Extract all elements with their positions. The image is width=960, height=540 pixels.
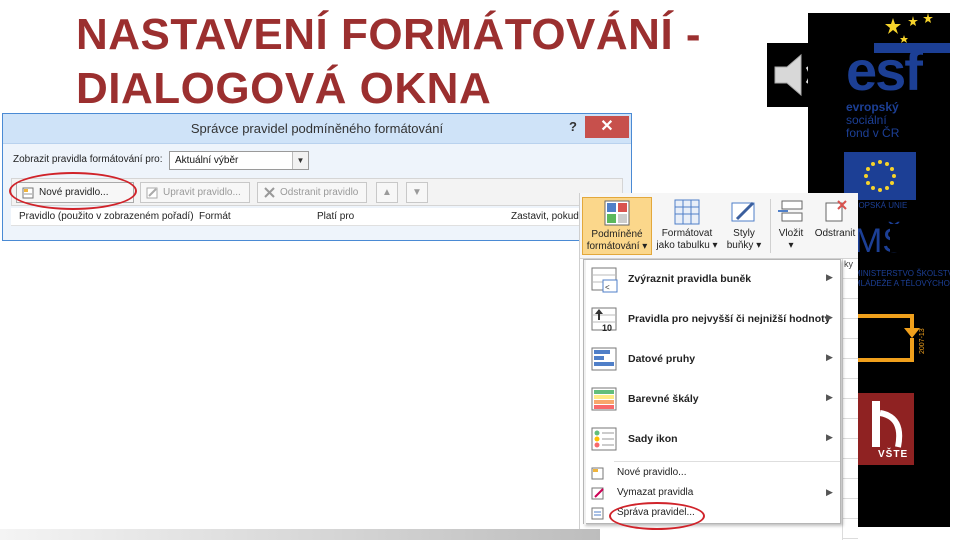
top-bottom-icon: 10: [591, 306, 619, 334]
move-up-button[interactable]: ▲: [376, 182, 398, 203]
ribbon: Podmíněné formátování ▾ Formátovat jako …: [580, 193, 858, 259]
format-as-table-button[interactable]: Formátovat jako tabulku ▾: [654, 197, 720, 255]
submenu-arrow-icon: ▶: [826, 272, 833, 282]
col-format: Formát: [199, 211, 231, 222]
insert-cells-icon: [778, 199, 804, 225]
cell-styles-button[interactable]: Styly buňky ▾: [722, 197, 766, 255]
menu-item-new-rule[interactable]: Nové pravidlo...: [584, 463, 840, 483]
cells-group-label: ky: [844, 259, 853, 269]
delete-cells-icon: [822, 199, 848, 225]
insert-button[interactable]: Vložit ▾: [774, 197, 808, 255]
table-icon: [674, 199, 700, 225]
manage-rules-icon: [591, 506, 605, 520]
col-rule: Pravidlo (použito v zobrazeném pořadí): [19, 211, 194, 222]
submenu-arrow-icon: ▶: [826, 432, 833, 442]
edit-rule-icon: [146, 186, 159, 199]
show-rules-value: Aktuální výběr: [175, 155, 239, 166]
op-logo: 2007-13: [846, 298, 950, 378]
ribbon-separator: [770, 199, 771, 253]
svg-text:<: <: [605, 283, 610, 292]
clear-rules-icon: [591, 486, 605, 500]
conditional-formatting-button[interactable]: Podmíněné formátování ▾: [582, 197, 652, 255]
submenu-arrow-icon: ▶: [826, 487, 833, 497]
submenu-arrow-icon: ▶: [826, 312, 833, 322]
highlight-oval-new-rule: [9, 172, 137, 210]
dialog-titlebar[interactable]: Správce pravidel podmíněného formátování…: [3, 114, 631, 144]
highlight-cells-icon: <: [591, 266, 619, 294]
excel-conditional-formatting: Podmíněné formátování ▾ Formátovat jako …: [579, 193, 858, 540]
bottom-bar: [0, 529, 600, 540]
col-applies-to: Platí pro: [317, 211, 355, 222]
conditional-formatting-icon: [604, 200, 630, 226]
menu-item-clear-rules[interactable]: Vymazat pravidla ▶: [584, 483, 840, 503]
title-line-2: DIALOGOVÁ OKNA: [76, 64, 492, 113]
edit-rule-button[interactable]: Upravit pravidlo...: [140, 182, 250, 203]
page-title: NASTAVENÍ FORMÁTOVÁNÍ - DIALOGOVÁ OKNA: [76, 8, 776, 116]
worksheet-grid[interactable]: [842, 259, 858, 540]
highlight-oval-manage-rules: [609, 502, 705, 530]
delete-rule-button[interactable]: Odstranit pravidlo: [257, 182, 367, 203]
data-bars-icon: [591, 346, 619, 374]
submenu-arrow-icon: ▶: [826, 392, 833, 402]
op-years: 2007-13: [919, 328, 926, 354]
new-rule-icon: [591, 466, 605, 480]
slide: NASTAVENÍ FORMÁTOVÁNÍ - DIALOGOVÁ OKNA e…: [0, 0, 960, 540]
color-scales-icon: [591, 386, 619, 414]
menu-item-icon-sets[interactable]: Sady ikon ▶: [584, 420, 840, 460]
rules-table-header: Pravidlo (použito v zobrazeném pořadí) F…: [11, 208, 623, 226]
show-rules-label: Zobrazit pravidla formátování pro:: [13, 154, 163, 165]
icon-sets-icon: [591, 426, 619, 454]
conditional-formatting-menu: < Zvýraznit pravidla buněk ▶ 10 Pravidla…: [583, 259, 841, 525]
cell-styles-icon: [731, 199, 757, 225]
menu-item-highlight-cells[interactable]: < Zvýraznit pravidla buněk ▶: [584, 260, 840, 300]
col-stop-if: Zastavit, pokud: [511, 211, 579, 222]
help-button[interactable]: ?: [569, 119, 577, 134]
menu-separator: [614, 461, 840, 462]
chevron-down-icon[interactable]: ▼: [292, 152, 308, 169]
submenu-arrow-icon: ▶: [826, 352, 833, 362]
esf-caption: evropský sociální fond v ČR: [846, 100, 900, 140]
delete-cells-button[interactable]: Odstranit: [812, 197, 858, 255]
menu-item-data-bars[interactable]: Datové pruhy ▶: [584, 340, 840, 380]
close-button[interactable]: ✕: [585, 116, 629, 138]
msmt-caption: MINISTERSTVO ŠKOLSTVÍ, MLÁDEŽE A TĚLOVÝC…: [854, 269, 950, 288]
menu-item-color-scales[interactable]: Barevné škály ▶: [584, 380, 840, 420]
svg-text:10: 10: [602, 323, 612, 333]
move-down-button[interactable]: ▼: [406, 182, 428, 203]
show-rules-select[interactable]: Aktuální výběr ▼: [169, 151, 309, 170]
menu-item-top-bottom-rules[interactable]: 10 Pravidla pro nejvyšší či nejnižší hod…: [584, 300, 840, 340]
esf-logo-text: esf: [846, 39, 923, 102]
dialog-title: Správce pravidel podmíněného formátování: [190, 121, 444, 136]
vste-text: VŠTE: [878, 449, 909, 460]
delete-icon: [263, 186, 276, 199]
title-line-1: NASTAVENÍ FORMÁTOVÁNÍ -: [76, 10, 702, 59]
